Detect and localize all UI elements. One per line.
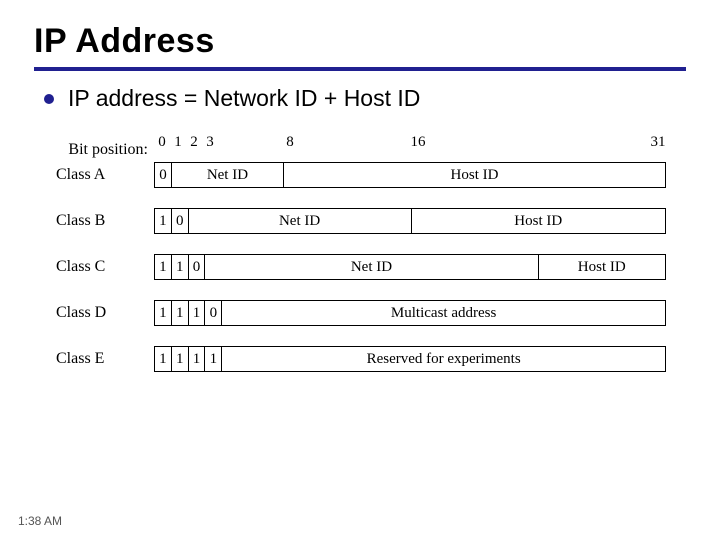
class-d-prefix-bit-2: 1 — [189, 300, 206, 326]
class-b-prefix-bit-0: 1 — [154, 208, 172, 234]
class-e-row: Class E 1 1 1 1 Reserved for experiments — [54, 346, 666, 372]
tick-1: 1 — [174, 134, 182, 151]
class-c-prefix-bit-0: 1 — [154, 254, 172, 280]
class-e-bar: 1 1 1 1 Reserved for experiments — [154, 346, 666, 372]
class-a-prefix-bit-0: 0 — [154, 162, 172, 188]
class-b-label: Class B — [54, 212, 154, 230]
footer-timestamp: 1:38 AM — [18, 514, 62, 528]
tick-3: 3 — [206, 134, 214, 151]
title-underline — [34, 67, 686, 71]
class-c-hostid: Host ID — [539, 254, 667, 280]
bullet-dot-icon — [44, 94, 54, 104]
class-c-row: Class C 1 1 0 Net ID Host ID — [54, 254, 666, 280]
class-c-netid: Net ID — [205, 254, 538, 280]
class-diagram: Bit position: 0 1 2 3 8 16 31 Class A 0 … — [54, 134, 666, 372]
class-e-prefix-bit-2: 1 — [189, 346, 206, 372]
tick-8: 8 — [286, 134, 294, 151]
class-c-bar: 1 1 0 Net ID Host ID — [154, 254, 666, 280]
bullet-text: IP address = Network ID + Host ID — [68, 85, 420, 112]
tick-2: 2 — [190, 134, 198, 151]
tick-16: 16 — [410, 134, 425, 151]
class-d-prefix-bit-1: 1 — [172, 300, 189, 326]
class-d-prefix-bit-0: 1 — [154, 300, 172, 326]
class-a-netid: Net ID — [172, 162, 284, 188]
class-a-row: Class A 0 Net ID Host ID — [54, 162, 666, 188]
class-e-reserved: Reserved for experiments — [222, 346, 666, 372]
class-c-prefix-bit-2: 0 — [189, 254, 206, 280]
class-a-label: Class A — [54, 166, 154, 184]
class-a-hostid: Host ID — [284, 162, 666, 188]
class-e-prefix-bit-3: 1 — [205, 346, 222, 372]
class-b-row: Class B 1 0 Net ID Host ID — [54, 208, 666, 234]
slide-title: IP Address — [34, 22, 686, 61]
class-d-bar: 1 1 1 0 Multicast address — [154, 300, 666, 326]
bullet-item: IP address = Network ID + Host ID — [44, 85, 686, 112]
class-b-hostid: Host ID — [412, 208, 667, 234]
bit-position-scale: 0 1 2 3 8 16 31 — [154, 134, 666, 154]
class-d-label: Class D — [54, 304, 154, 322]
tick-0: 0 — [158, 134, 166, 151]
class-a-bar: 0 Net ID Host ID — [154, 162, 666, 188]
class-c-label: Class C — [54, 258, 154, 276]
tick-31: 31 — [651, 134, 666, 151]
class-e-prefix-bit-0: 1 — [154, 346, 172, 372]
class-b-bar: 1 0 Net ID Host ID — [154, 208, 666, 234]
bit-position-row: Bit position: 0 1 2 3 8 16 31 — [54, 134, 666, 158]
bit-position-label: Bit position: — [54, 141, 154, 159]
class-d-multicast: Multicast address — [222, 300, 666, 326]
class-d-prefix-bit-3: 0 — [205, 300, 222, 326]
class-d-row: Class D 1 1 1 0 Multicast address — [54, 300, 666, 326]
class-b-netid: Net ID — [189, 208, 412, 234]
class-b-prefix-bit-1: 0 — [172, 208, 189, 234]
class-e-prefix-bit-1: 1 — [172, 346, 189, 372]
class-c-prefix-bit-1: 1 — [172, 254, 189, 280]
class-e-label: Class E — [54, 350, 154, 368]
